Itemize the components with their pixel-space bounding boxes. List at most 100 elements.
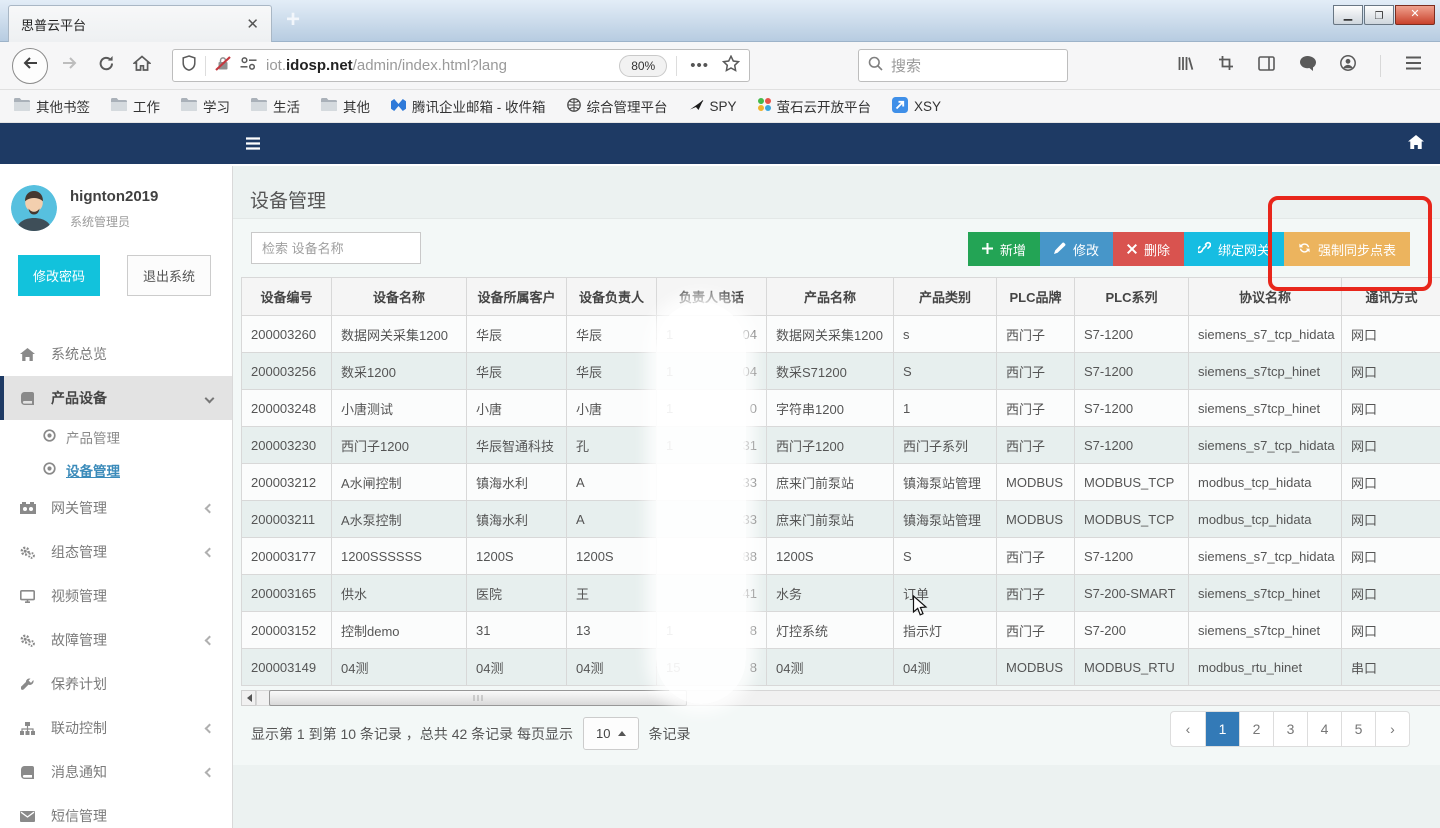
- bookmark-item[interactable]: XSY: [892, 97, 941, 116]
- table-cell: S7-1200: [1075, 316, 1189, 353]
- column-header[interactable]: PLC品牌: [997, 278, 1075, 316]
- sidebar-subitem[interactable]: 产品管理: [0, 420, 232, 453]
- cross-action-button[interactable]: 删除: [1113, 232, 1184, 266]
- logout-button[interactable]: 退出系统: [127, 255, 211, 296]
- scrollbar-track[interactable]: [256, 690, 1440, 706]
- insecure-lock-icon[interactable]: [215, 56, 231, 76]
- forward-button[interactable]: [56, 52, 84, 80]
- sidebar-item[interactable]: 产品设备: [0, 376, 232, 420]
- bookmark-item[interactable]: 腾讯企业邮箱 - 收件箱: [391, 96, 546, 116]
- table-row[interactable]: 200003212A水闸控制镇海水利A33庶来门前泵站镇海泵站管理MODBUSM…: [242, 464, 1440, 501]
- device-search-input[interactable]: [251, 232, 421, 264]
- dropdown-arrow-icon: [618, 727, 626, 736]
- bookmark-item[interactable]: 生活: [251, 96, 300, 116]
- minimize-button[interactable]: ▁: [1333, 5, 1363, 25]
- table-cell: 西门子1200: [332, 427, 467, 464]
- table-cell: modbus_tcp_hidata: [1189, 464, 1342, 501]
- table-row[interactable]: 200003165供水医院王41水务订单西门子S7-200-SMARTsieme…: [242, 575, 1440, 612]
- sidebar-item[interactable]: 联动控制: [0, 706, 232, 750]
- url-text[interactable]: iot.idosp.net/admin/index.html?lang: [266, 57, 610, 74]
- forward-icon: [61, 54, 79, 77]
- permissions-icon[interactable]: [240, 57, 257, 75]
- column-header[interactable]: PLC系列: [1075, 278, 1189, 316]
- pagination-page[interactable]: 1: [1205, 712, 1239, 746]
- bookmark-item[interactable]: 萤石云开放平台: [758, 96, 872, 116]
- library-icon[interactable]: [1177, 55, 1194, 77]
- table-cell: 小唐测试: [332, 390, 467, 427]
- table-cell: A水泵控制: [332, 501, 467, 538]
- table-row[interactable]: 200003152控制demo311318灯控系统指示灯西门子S7-200sie…: [242, 612, 1440, 649]
- table-row[interactable]: 200003260数据网关采集1200华辰华辰104数据网关采集1200s西门子…: [242, 316, 1440, 353]
- column-header[interactable]: 设备负责人: [567, 278, 657, 316]
- sidebar-item[interactable]: 保养计划: [0, 662, 232, 706]
- table-row[interactable]: 200003230西门子1200华辰智通科技孔131西门子1200西门子系列西门…: [242, 427, 1440, 464]
- shield-icon[interactable]: [182, 55, 196, 76]
- menu-icon[interactable]: [1405, 56, 1422, 75]
- pagination-page[interactable]: 2: [1239, 712, 1273, 746]
- pencil-action-button[interactable]: 修改: [1040, 232, 1113, 266]
- bookmark-item[interactable]: 学习: [181, 96, 230, 116]
- account-icon[interactable]: [1340, 55, 1356, 76]
- table-row[interactable]: 20000314904测04测04测15804测04测MODBUSMODBUS_…: [242, 649, 1440, 686]
- table-cell: 西门子: [997, 612, 1075, 649]
- plus-action-button[interactable]: 新增: [968, 232, 1040, 266]
- bookmark-item[interactable]: SPY: [689, 99, 737, 114]
- table-cell: S: [894, 538, 997, 575]
- bookmark-label: 工作: [133, 96, 160, 116]
- pagination-next[interactable]: ›: [1375, 712, 1409, 746]
- table-row[interactable]: 2000031771200SSSSSS1200S1200S881200SS西门子…: [242, 538, 1440, 575]
- zoom-level-badge[interactable]: 80%: [619, 55, 667, 77]
- horizontal-scrollbar[interactable]: [241, 689, 1440, 706]
- sidebar-toggle-icon[interactable]: [1258, 56, 1275, 76]
- column-header[interactable]: 设备名称: [332, 278, 467, 316]
- back-button[interactable]: [12, 48, 48, 84]
- summary-prefix: 显示第 1 到第 10 条记录 ，总共 42 条记录 每页显示: [251, 724, 573, 744]
- bookmark-item[interactable]: 工作: [111, 96, 160, 116]
- reload-button[interactable]: [92, 52, 120, 80]
- new-tab-button[interactable]: +: [286, 6, 300, 34]
- pocket-icon[interactable]: [1299, 55, 1316, 76]
- table-row[interactable]: 200003248小唐测试小唐小唐10字符串12001西门子S7-1200sie…: [242, 390, 1440, 427]
- bookmark-item[interactable]: 其他: [321, 96, 370, 116]
- page-size-dropdown[interactable]: 10: [583, 717, 638, 750]
- sidebar-item[interactable]: 网关管理: [0, 486, 232, 530]
- browser-search-box[interactable]: 搜索: [858, 49, 1068, 82]
- page-actions-icon[interactable]: •••: [690, 57, 709, 74]
- pagination-page[interactable]: 3: [1273, 712, 1307, 746]
- pagination-page[interactable]: 4: [1307, 712, 1341, 746]
- sidebar-collapse-icon[interactable]: [245, 137, 261, 155]
- url-bar[interactable]: iot.idosp.net/admin/index.html?lang 80% …: [172, 49, 750, 82]
- change-password-button[interactable]: 修改密码: [18, 255, 100, 296]
- sidebar-item[interactable]: 短信管理: [0, 794, 232, 828]
- app-home-icon[interactable]: [1408, 135, 1424, 154]
- column-header[interactable]: 设备所属客户: [467, 278, 567, 316]
- table-cell: siemens_s7_tcp_hidata: [1189, 538, 1342, 575]
- bookmark-item[interactable]: 其他书签: [14, 96, 90, 116]
- pagination-page[interactable]: 5: [1341, 712, 1375, 746]
- table-row[interactable]: 200003211A水泵控制镇海水利A33庶来门前泵站镇海泵站管理MODBUSM…: [242, 501, 1440, 538]
- browser-tab[interactable]: 思普云平台 ✕: [8, 5, 272, 42]
- close-button[interactable]: ✕: [1395, 5, 1435, 25]
- scroll-left-arrow[interactable]: [241, 690, 256, 706]
- clip-icon[interactable]: [1218, 55, 1234, 76]
- pagination-prev[interactable]: ‹: [1171, 712, 1205, 746]
- restore-button[interactable]: ❐: [1364, 5, 1394, 25]
- table-cell: 西门子系列: [894, 427, 997, 464]
- column-header[interactable]: 设备编号: [242, 278, 332, 316]
- bookmark-star-icon[interactable]: [722, 55, 740, 77]
- bookmark-item[interactable]: 综合管理平台: [567, 96, 668, 116]
- sidebar-item[interactable]: 视频管理: [0, 574, 232, 618]
- table-row[interactable]: 200003256数采1200华辰华辰104数采S71200S西门子S7-120…: [242, 353, 1440, 390]
- app-top-bar: [0, 123, 1440, 164]
- sidebar-item[interactable]: 消息通知: [0, 750, 232, 794]
- sidebar-item[interactable]: 系统总览: [0, 332, 232, 376]
- tab-close-icon[interactable]: ✕: [246, 17, 259, 32]
- home-button[interactable]: [128, 52, 156, 80]
- sidebar-item[interactable]: 故障管理: [0, 618, 232, 662]
- sidebar-subitem[interactable]: 设备管理: [0, 453, 232, 486]
- column-header[interactable]: 产品类别: [894, 278, 997, 316]
- sidebar-item[interactable]: 组态管理: [0, 530, 232, 574]
- column-header[interactable]: 产品名称: [767, 278, 894, 316]
- table-cell: S: [894, 353, 997, 390]
- scrollbar-thumb[interactable]: [269, 690, 687, 706]
